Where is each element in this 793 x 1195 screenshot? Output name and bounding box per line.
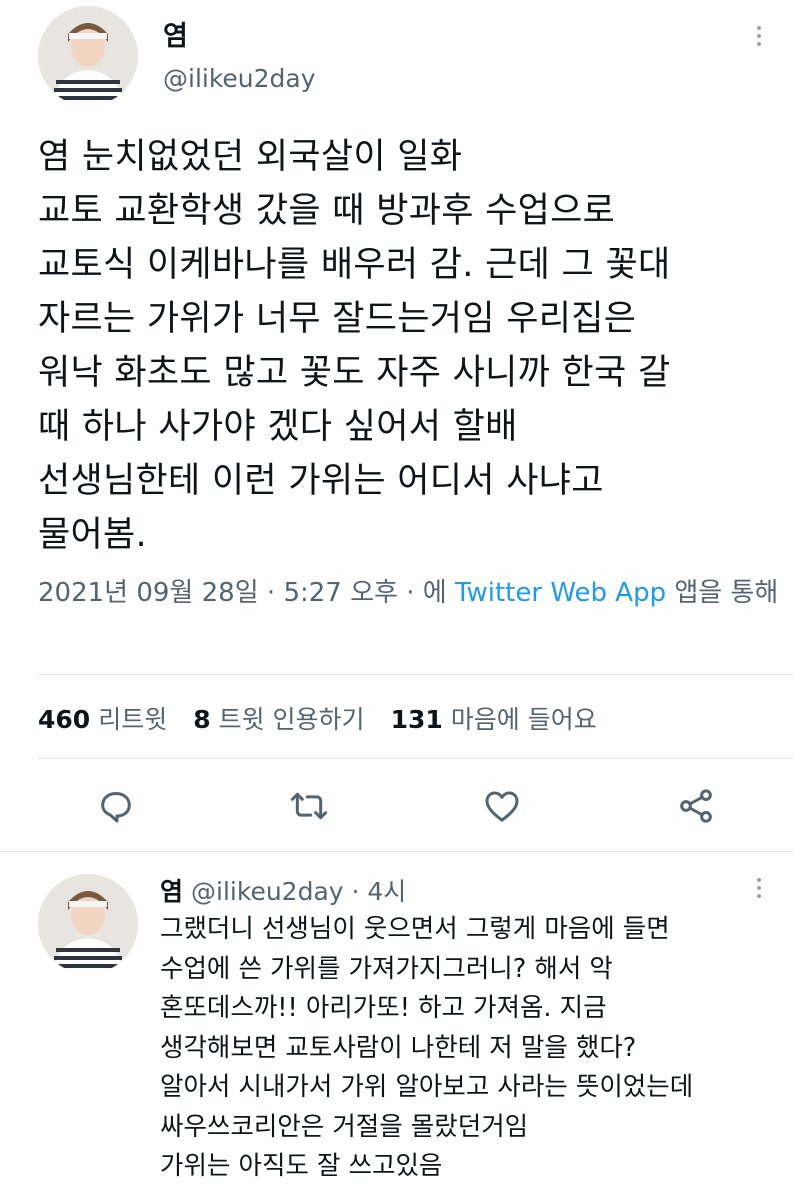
- reply-author-avatar[interactable]: [38, 874, 138, 974]
- reply-text: 그랬더니 선생님이 웃으면서 그렇게 마음에 들면 수업에 쓴 가위를 가져가지…: [160, 914, 694, 1181]
- tweet-source-link[interactable]: Twitter Web App: [455, 578, 666, 608]
- reply-header: 염 @ilikeu2day · 4시: [160, 872, 406, 908]
- meta-separator: · 에: [397, 578, 455, 608]
- like-icon[interactable]: [482, 786, 522, 826]
- tweet-text: 염 눈치없었던 외국살이 일화 교토 교환학생 갔을 때 방과후 수업으로 교토…: [38, 137, 671, 555]
- divider: [0, 851, 793, 852]
- divider: [38, 674, 793, 675]
- retweet-count[interactable]: 460 리트윗: [38, 700, 167, 736]
- tweet-meta: 2021년 09월 28일 · 5:27 오후 · 에 Twitter Web …: [38, 574, 783, 612]
- share-icon[interactable]: [676, 786, 716, 826]
- more-options-icon[interactable]: [749, 22, 769, 50]
- tweet-stats: 460 리트윗 8 트윗 인용하기 131 마음에 들어요: [38, 700, 597, 736]
- reply-author-name[interactable]: 염: [160, 877, 183, 906]
- reply-icon[interactable]: [96, 786, 136, 826]
- reply-author-handle[interactable]: @ilikeu2day: [191, 877, 344, 906]
- author-name[interactable]: 염: [163, 14, 188, 53]
- tweet-time[interactable]: 5:27 오후: [283, 578, 398, 608]
- meta-via: 앱을 통해: [666, 578, 779, 608]
- tweet-date[interactable]: 2021년 09월 28일: [38, 578, 259, 608]
- divider: [38, 758, 793, 759]
- avatar-photo: [38, 874, 138, 974]
- retweet-icon[interactable]: [289, 786, 329, 826]
- author-avatar[interactable]: [38, 6, 138, 106]
- reply-more-options-icon[interactable]: [749, 874, 769, 902]
- like-count[interactable]: 131 마음에 들어요: [391, 700, 597, 736]
- quote-tweet-count[interactable]: 8 트윗 인용하기: [193, 700, 364, 736]
- meta-separator: ·: [258, 578, 284, 608]
- author-handle[interactable]: @ilikeu2day: [163, 64, 316, 93]
- reply-time[interactable]: · 4시: [344, 877, 407, 906]
- avatar-photo: [38, 6, 138, 106]
